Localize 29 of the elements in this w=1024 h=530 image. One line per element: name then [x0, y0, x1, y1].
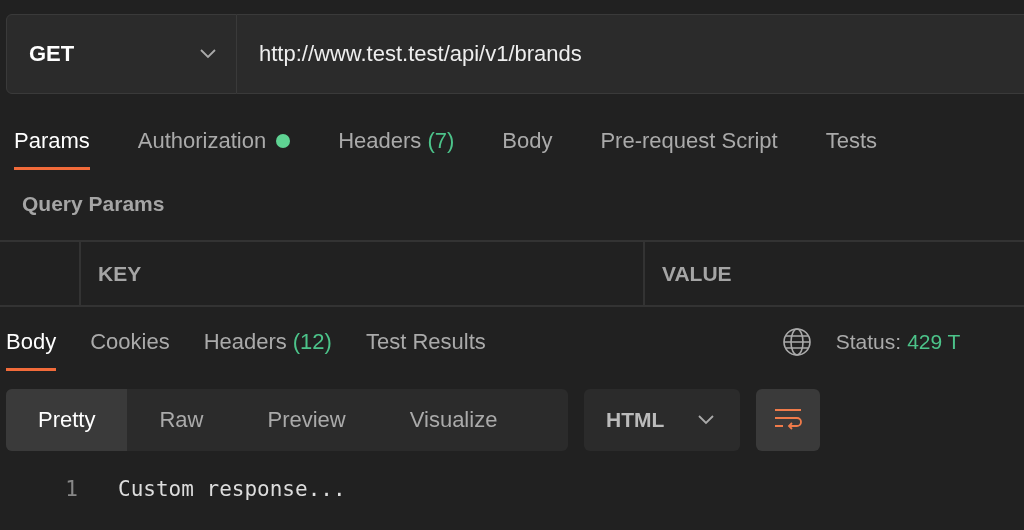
tab[interactable]: Headers (7)	[338, 124, 455, 170]
status-value: 429 T	[907, 330, 961, 354]
method-dropdown[interactable]: GET	[6, 14, 237, 94]
tab[interactable]: Pre-request Script	[600, 124, 778, 170]
chevron-down-icon	[698, 415, 714, 425]
tab[interactable]: Headers (12)	[203, 325, 332, 371]
globe-icon[interactable]	[781, 327, 812, 357]
url-field[interactable]: http://www.test.test/api/v1/brands	[237, 14, 1024, 94]
chevron-down-icon	[200, 49, 216, 59]
tab[interactable]: Body	[502, 124, 553, 170]
tab[interactable]: Test Results	[365, 325, 486, 371]
tab[interactable]: Params	[14, 124, 90, 170]
tab[interactable]: Authorization	[137, 124, 291, 170]
section-title: Query Params	[21, 191, 166, 217]
tab[interactable]: Tests	[825, 124, 878, 170]
status-label: Status:	[835, 330, 902, 354]
column-header: KEY	[81, 242, 645, 305]
view-mode-tab[interactable]: Raw	[127, 389, 236, 451]
wrap-button[interactable]	[756, 389, 820, 451]
tab[interactable]: Body	[6, 325, 57, 371]
format-dropdown[interactable]: HTML	[584, 389, 740, 451]
column-header: VALUE	[661, 260, 733, 287]
view-mode-tab[interactable]: Pretty	[6, 389, 128, 451]
view-mode-tab[interactable]: Visualize	[377, 389, 530, 451]
tab[interactable]: Cookies	[90, 325, 170, 371]
view-mode-tab[interactable]: Preview	[235, 389, 378, 451]
wrap-lines-icon	[773, 408, 803, 432]
code-text: Custom response...	[118, 477, 346, 501]
line-number: 1	[64, 477, 78, 501]
